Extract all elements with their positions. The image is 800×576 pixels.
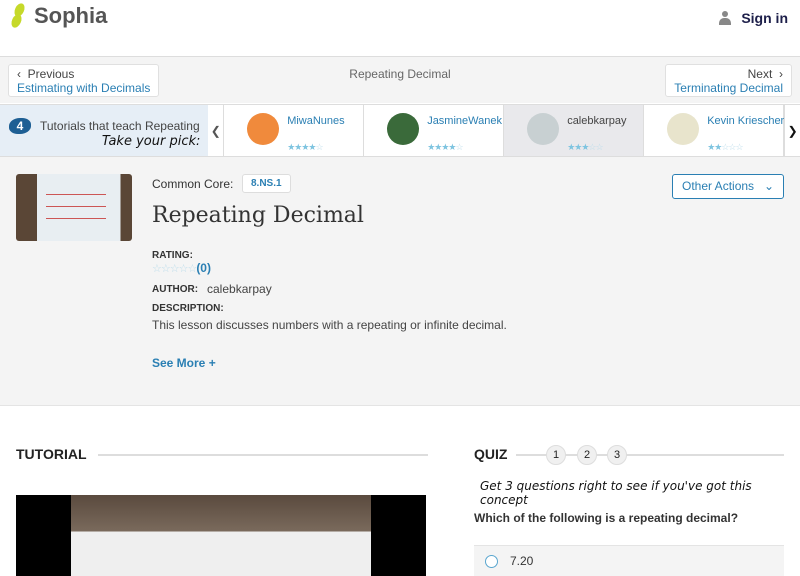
tutor-avatar [387,113,420,145]
carousel-intro-text: Tutorials that teach Repeating Decimal [40,119,200,133]
previous-link: Estimating with Decimals [17,81,151,95]
quiz-question: Which of the following is a repeating de… [474,511,739,525]
description-text: This lesson discusses numbers with a rep… [152,318,507,332]
next-button[interactable]: Next › Terminating Decimal [665,64,792,97]
other-actions-button[interactable]: Other Actions ⌄ [672,174,784,199]
quiz-step-1: 1 [546,445,566,465]
sophia-logo[interactable]: Sophia [9,1,108,30]
take-your-pick: Take your pick: [101,134,201,149]
rating-count: (0) [196,261,211,275]
other-actions-label: Other Actions [682,179,755,193]
divider [98,454,428,456]
next-label: Next [747,67,773,81]
quiz-step-3: 3 [607,445,627,465]
carousel-next-button[interactable]: ❯ [784,105,800,156]
lesson-rating[interactable]: ☆☆☆☆☆(0) [152,261,211,275]
quiz-option[interactable]: 7.20 [474,545,784,576]
lesson-details: Common Core: 8.NS.1 Repeating Decimal Ot… [0,157,800,406]
tutorial-video[interactable] [16,495,426,576]
common-core-tag[interactable]: 8.NS.1 [242,174,291,193]
tutor-rating-stars: ★★★★☆ [287,142,323,152]
next-link: Terminating Decimal [674,81,783,95]
rating-stars: ☆☆☆☆☆ [152,263,197,275]
tutor-rating-stars: ★★★★☆ [427,142,463,152]
tutor-avatar [527,113,560,145]
lesson-nav: ‹ Previous Estimating with Decimals Repe… [0,57,800,103]
tutorial-heading: TUTORIAL [16,446,87,462]
video-frame [71,495,371,576]
tutor-card[interactable]: MiwaNunes ★★★★☆ [224,105,365,156]
user-icon [719,11,732,25]
chevron-left-icon: ❮ [210,123,221,138]
tutor-avatar [247,113,280,145]
lesson-thumbnail[interactable] [16,174,132,241]
tutor-rating-stars: ★★★☆☆ [567,142,603,152]
chevron-right-icon: › [772,67,783,81]
sign-in-label: Sign in [741,10,788,26]
logo-text: Sophia [34,3,108,28]
see-more-link[interactable]: See More + [152,356,216,370]
page-title: Repeating Decimal [152,203,364,228]
tutor-card[interactable]: calebkarpay ★★★☆☆ [504,105,645,156]
description-label: DESCRIPTION: [152,303,224,314]
tutorial-carousel: 4 Tutorials that teach Repeating Decimal… [0,104,800,157]
sign-in-link[interactable]: Sign in [719,10,788,26]
logo-icon [9,1,28,30]
author-label: AUTHOR: [152,284,199,295]
quiz-hint: Get 3 questions right to see if you've g… [480,479,752,507]
quiz-heading: QUIZ [474,446,508,462]
option-label: 7.20 [510,554,534,568]
rating-label: RATING: [152,250,193,261]
quiz-step-2: 2 [577,445,597,465]
carousel-prev-button[interactable]: ❮ [208,105,225,156]
header: Sophia Sign in [0,0,800,57]
chevron-down-icon: ⌄ [764,179,775,193]
tutor-card[interactable]: JasmineWanek ★★★★☆ [364,105,505,156]
tutor-card[interactable]: Kevin Kriescher ★★☆☆☆ [644,105,784,156]
tutor-avatar [667,113,700,145]
author-name: calebkarpay [207,282,272,296]
tutor-rating-stars: ★★☆☆☆ [707,142,743,152]
radio-button[interactable] [485,554,498,568]
common-core-label: Common Core: [152,177,234,191]
tutorial-count-badge: 4 [9,118,31,134]
chevron-right-icon: ❯ [787,123,798,138]
carousel-intro: 4 Tutorials that teach Repeating Decimal… [0,105,209,156]
